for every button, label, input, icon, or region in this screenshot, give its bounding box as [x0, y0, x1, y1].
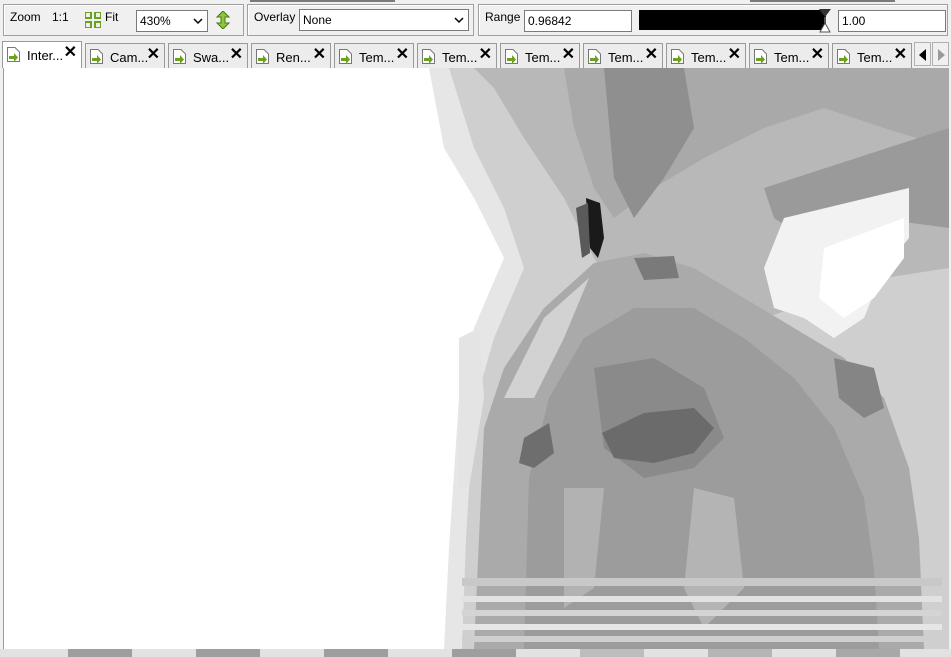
close-icon[interactable]: ✕ [645, 47, 658, 63]
tab-label: Tem... [774, 50, 810, 65]
scroll-right-icon [938, 49, 946, 64]
zoom-select[interactable]: 430% [136, 10, 208, 32]
tab-texture-icon [588, 49, 601, 64]
tab-texture-icon [671, 49, 684, 64]
viewer-toolbar: Zoom 1:1 Fit 430% Overlay None Range 0.9… [0, 0, 951, 40]
range-gradient-bar[interactable] [639, 10, 826, 30]
tab-label: Swa... [193, 50, 230, 65]
texture-image [4, 68, 949, 649]
texture-tab[interactable]: Tem... ✕ [334, 43, 414, 68]
zoom-select-value: 430% [140, 14, 171, 28]
texture-tab[interactable]: Inter... ✕ [2, 41, 82, 68]
close-icon[interactable]: ✕ [811, 47, 824, 63]
swap-icon[interactable] [215, 10, 231, 30]
tab-texture-icon [90, 49, 103, 64]
toolbar-divider [250, 0, 395, 2]
viewport-bottom-strip [0, 649, 951, 657]
range-max-slider-handle[interactable] [818, 9, 832, 33]
range-max-input[interactable]: 1.00 [838, 10, 946, 32]
tab-texture-icon [7, 47, 20, 62]
overlay-select-value: None [303, 13, 332, 27]
scroll-right-button[interactable] [932, 42, 949, 66]
tab-texture-icon [422, 49, 435, 64]
texture-tab[interactable]: Tem... ✕ [417, 43, 497, 68]
tab-label: Inter... [27, 48, 64, 63]
tab-label: Tem... [442, 50, 478, 65]
tab-label: Tem... [359, 50, 395, 65]
texture-tab[interactable]: Tem... ✕ [666, 43, 746, 68]
texture-tab[interactable]: Tem... ✕ [500, 43, 580, 68]
close-icon[interactable]: ✕ [64, 45, 77, 61]
tab-label: Tem... [608, 50, 644, 65]
tab-texture-icon [754, 49, 767, 64]
close-icon[interactable]: ✕ [313, 47, 326, 63]
texture-tab[interactable]: Swa... ✕ [168, 43, 248, 68]
close-icon[interactable]: ✕ [147, 47, 160, 63]
tab-texture-icon [837, 49, 850, 64]
tab-label: Tem... [857, 50, 893, 65]
close-icon[interactable]: ✕ [894, 47, 907, 63]
checker-cell [68, 649, 132, 657]
zoom-one-to-one-button[interactable]: 1:1 [52, 10, 69, 24]
texture-tab[interactable]: Cam... ✕ [85, 43, 165, 68]
range-min-input[interactable]: 0.96842 [524, 10, 632, 32]
texture-viewport[interactable] [3, 68, 949, 649]
tab-texture-icon [256, 49, 269, 64]
zoom-label: Zoom [10, 10, 41, 24]
overlay-label: Overlay [254, 10, 296, 24]
toolbar-divider [750, 0, 895, 2]
close-icon[interactable]: ✕ [396, 47, 409, 63]
tab-label: Tem... [525, 50, 561, 65]
checker-cell [324, 649, 388, 657]
texture-tab[interactable]: Tem... ✕ [749, 43, 829, 68]
fit-button-label[interactable]: Fit [105, 10, 118, 24]
close-icon[interactable]: ✕ [230, 47, 243, 63]
tab-label: Cam... [110, 50, 149, 65]
scroll-left-button[interactable] [914, 42, 931, 66]
texture-tab[interactable]: Tem... ✕ [832, 43, 912, 68]
close-icon[interactable]: ✕ [479, 47, 492, 63]
tab-texture-icon [173, 49, 186, 64]
range-label: Range [485, 10, 521, 24]
texture-tab[interactable]: Tem... ✕ [583, 43, 663, 68]
tab-label: Tem... [691, 50, 727, 65]
checker-cell [580, 649, 644, 657]
checker-cell [452, 649, 516, 657]
tab-label: Ren... [276, 50, 311, 65]
close-icon[interactable]: ✕ [562, 47, 575, 63]
chevron-down-icon [191, 11, 205, 31]
scroll-left-icon [919, 49, 927, 64]
checker-cell [196, 649, 260, 657]
texture-tab[interactable]: Ren... ✕ [251, 43, 331, 68]
close-icon[interactable]: ✕ [728, 47, 741, 63]
fit-icon[interactable] [84, 11, 102, 29]
tab-texture-icon [339, 49, 352, 64]
chevron-down-icon [452, 10, 466, 30]
checker-cell [836, 649, 900, 657]
tab-texture-icon [505, 49, 518, 64]
checker-cell [708, 649, 772, 657]
overlay-select[interactable]: None [299, 9, 469, 31]
